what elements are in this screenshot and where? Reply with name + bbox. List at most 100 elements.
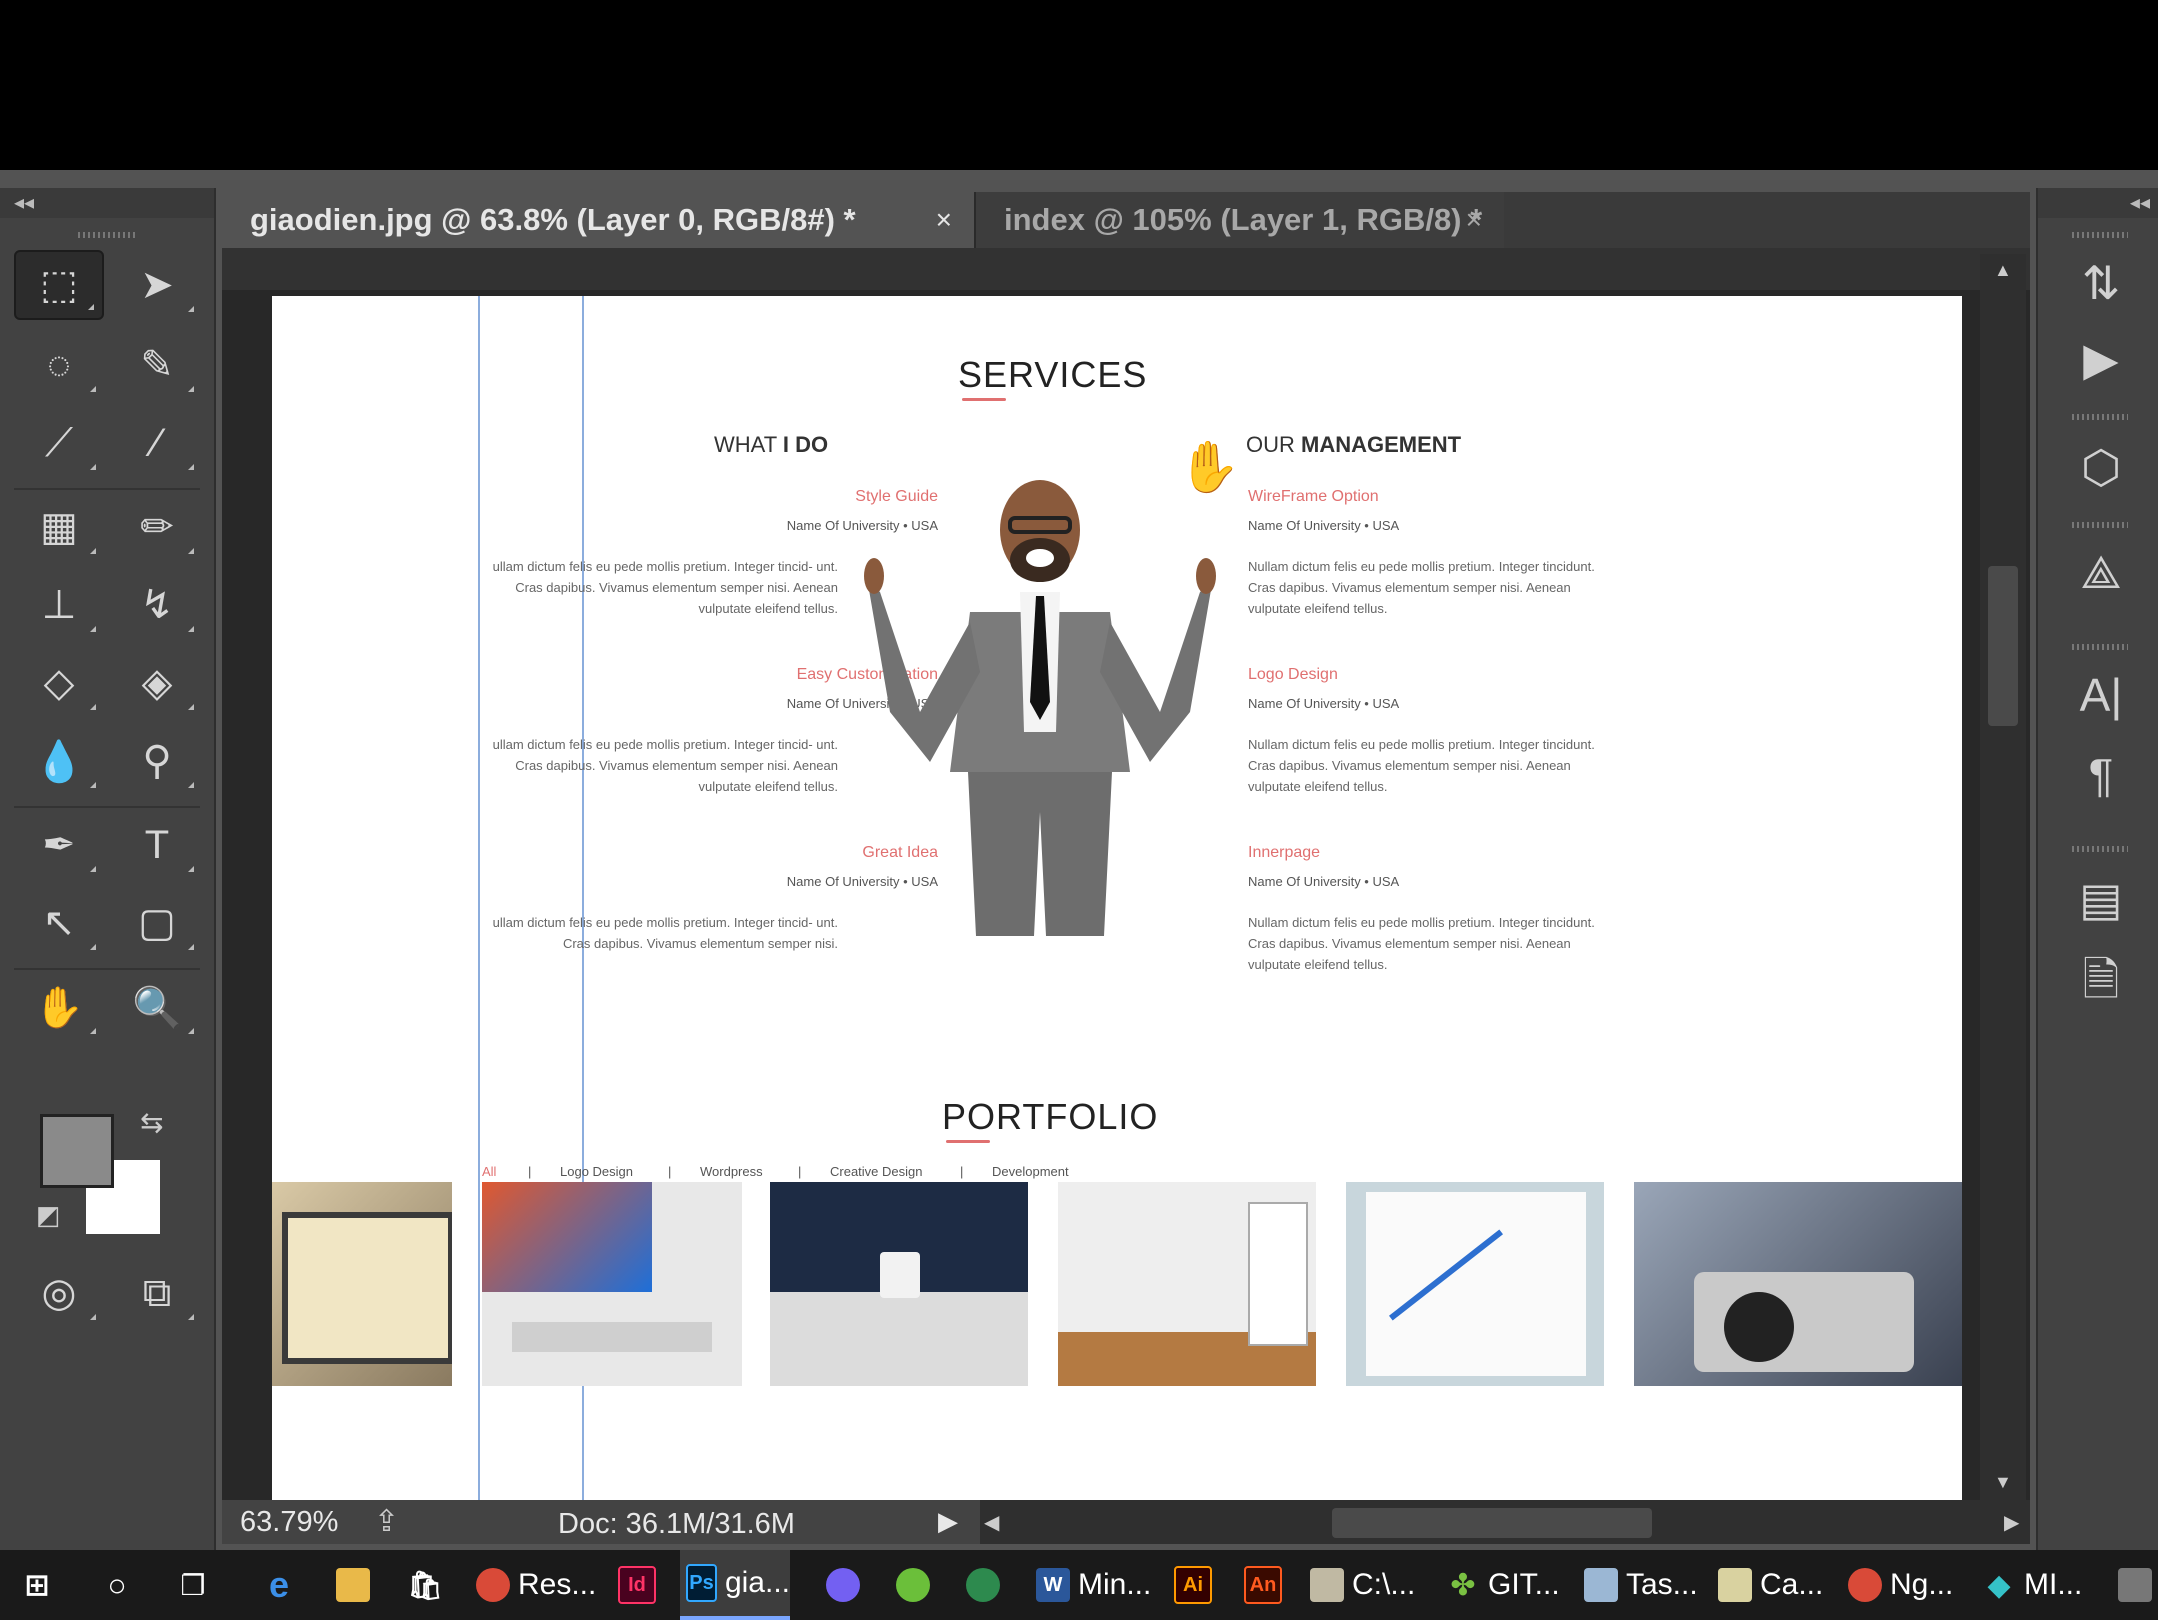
actions-panel-icon[interactable]: ▶ [2066,324,2136,394]
tab-label: giaodien.jpg @ 63.8% (Layer 0, RGB/8#) * [250,202,856,237]
path-selection-tool-icon[interactable]: ↖ [14,888,104,958]
vertical-scrollbar[interactable]: ▲ ▼ [1980,254,2026,1500]
taskbar-explorer[interactable] [336,1550,370,1620]
right-panel-collapse[interactable]: ◂◂ [2038,188,2158,218]
filter-wordpress[interactable]: Wordpress [700,1164,763,1179]
close-icon[interactable]: × [936,204,952,236]
taskbar-store[interactable]: 🛍 [407,1550,443,1620]
panel-grip[interactable] [78,232,136,238]
paint-bucket-tool-icon[interactable]: ◈ [112,648,202,718]
taskbar-gitkraken[interactable]: ◆ MI... [1982,1550,2082,1620]
paragraph-panel-icon[interactable]: ¶ [2066,740,2136,810]
portfolio-thumb-imac[interactable] [482,1182,742,1386]
tab-index[interactable]: index @ 105% (Layer 1, RGB/8) * × [974,192,1504,248]
tab-giaodien[interactable]: giaodien.jpg @ 63.8% (Layer 0, RGB/8#) *… [222,192,974,248]
guide-line[interactable] [478,296,480,1500]
brush-tool-icon[interactable]: ✏ [112,492,202,562]
foreground-color-swatch[interactable] [40,1114,114,1188]
status-menu-arrow-icon[interactable]: ▶ [938,1506,958,1537]
close-icon[interactable]: × [1466,204,1482,236]
taskbar-photoshop[interactable]: Ps gia... [680,1550,790,1620]
taskbar-task[interactable]: Tas... [1584,1550,1698,1620]
taskbar-label: Tas... [1626,1568,1698,1601]
taskbar-globe[interactable] [966,1550,1000,1620]
eyedropper-tool-icon[interactable]: ⁄ [112,408,202,478]
filter-creative-design[interactable]: Creative Design [830,1164,923,1179]
healing-brush-tool-icon[interactable]: ▦ [14,492,104,562]
notes-panel-icon[interactable]: 🗎 [2066,950,2136,1020]
quick-selection-tool-icon[interactable]: ✎ [112,330,202,400]
filter-logo-design[interactable]: Logo Design [560,1164,633,1179]
filter-all[interactable]: All [482,1164,496,1179]
taskbar-calc[interactable]: Ca... [1718,1550,1823,1620]
history-panel-icon[interactable]: ⇅ [2066,248,2136,318]
portfolio-thumb-notebook[interactable] [1346,1182,1604,1386]
cortana-button[interactable]: ○ [100,1550,134,1620]
measurement-panel-icon[interactable]: ⟁ [2066,538,2136,608]
taskbar-app-green[interactable] [896,1550,930,1620]
horizontal-scrollbar[interactable]: ◀ ▶ [980,1500,2030,1544]
portfolio-thumb-laptop[interactable] [272,1182,452,1386]
type-tool-icon[interactable]: T [112,810,202,880]
history-brush-tool-icon[interactable]: ↯ [112,570,202,640]
hand-tool-icon[interactable]: ✋ [14,972,104,1042]
vertical-scroll-thumb[interactable] [1988,566,2018,726]
character-panel-icon[interactable]: A| [2066,660,2136,730]
taskbar-chrome-1[interactable]: Res... [476,1550,596,1620]
taskbar-animate[interactable]: An [1244,1550,1282,1620]
zoom-tool-icon[interactable]: 🔍 [112,972,202,1042]
move-tool-icon[interactable]: ➤ [112,250,202,320]
filter-development[interactable]: Development [992,1164,1069,1179]
service-body: Nullam dictum felis eu pede mollis preti… [1248,559,1595,616]
taskbar-indesign[interactable]: Id [618,1550,656,1620]
start-button[interactable]: ⊞ [20,1550,54,1620]
swap-colors-icon[interactable]: ⇆ [140,1106,163,1139]
chrome-icon [476,1568,510,1602]
app-icon [2118,1568,2152,1602]
canvas[interactable]: SERVICES WHAT I DO OUR MANAGEMENT Style … [272,296,1962,1500]
zoom-level[interactable]: 63.79% [240,1506,338,1539]
rectangular-marquee-tool-icon[interactable]: ⬚ [14,250,104,320]
taskbar-chrome-2[interactable]: Ng... [1848,1550,1953,1620]
clone-stamp-tool-icon[interactable]: ⊥ [14,570,104,640]
scroll-up-icon[interactable]: ▲ [1994,260,2012,281]
clover-icon: ✤ [1450,1568,1476,1602]
taskbar-viber[interactable] [826,1550,860,1620]
app-green-icon [896,1568,930,1602]
properties-panel-icon[interactable]: ▤ [2066,864,2136,934]
animate-icon: An [1244,1566,1282,1604]
taskbar-terminal[interactable]: C:\... [1310,1550,1415,1620]
dodge-tool-icon[interactable]: ⚲ [112,726,202,796]
default-colors-icon[interactable]: ◩ [36,1200,61,1231]
service-body: ullam dictum felis eu pede mollis pretiu… [492,737,838,794]
portfolio-thumb-desk[interactable] [770,1182,1028,1386]
service-title: WireFrame Option [1248,488,1379,505]
taskbar-edge[interactable]: e [262,1550,296,1620]
portfolio-thumb-room[interactable] [1058,1182,1316,1386]
taskbar-git[interactable]: ✤ GIT... [1446,1550,1559,1620]
pen-tool-icon[interactable]: ✒ [14,810,104,880]
heading-pre: WHAT [714,432,783,457]
scroll-down-icon[interactable]: ▼ [1994,1472,2012,1493]
screen-mode-icon[interactable]: ⧉ [112,1258,202,1328]
share-icon[interactable]: ⇪ [374,1504,399,1539]
scroll-right-icon[interactable]: ▶ [2004,1510,2019,1535]
blur-tool-icon[interactable]: 💧 [14,726,104,796]
rectangle-tool-icon[interactable]: ▢ [112,888,202,958]
tools-panel-collapse[interactable]: ◂◂ [0,188,214,218]
3d-panel-icon[interactable]: ⬡ [2066,432,2136,502]
quick-mask-icon[interactable]: ◎ [14,1258,104,1328]
taskbar-word[interactable]: W Min... [1036,1550,1151,1620]
service-body: Nullam dictum felis eu pede mollis preti… [1248,915,1595,972]
taskbar-illustrator[interactable]: Ai [1174,1550,1212,1620]
task-view-button[interactable]: ❐ [176,1550,210,1620]
eraser-tool-icon[interactable]: ◇ [14,648,104,718]
portfolio-thumb-camera[interactable] [1634,1182,1962,1386]
taskbar-overflow[interactable] [2118,1550,2152,1620]
scroll-left-icon[interactable]: ◀ [984,1510,999,1535]
lasso-tool-icon[interactable]: ◌ [14,330,104,400]
photoshop-window: ◂◂ ⬚ ➤ ◌ ✎ ⟋ ⁄ ▦ ✏ ⊥ ↯ ◇ ◈ 💧 ⚲ ✒ T ↖ ▢ ✋… [0,170,2158,1550]
horizontal-scroll-thumb[interactable] [1332,1508,1652,1538]
viber-icon [826,1568,860,1602]
crop-tool-icon[interactable]: ⟋ [14,408,104,478]
